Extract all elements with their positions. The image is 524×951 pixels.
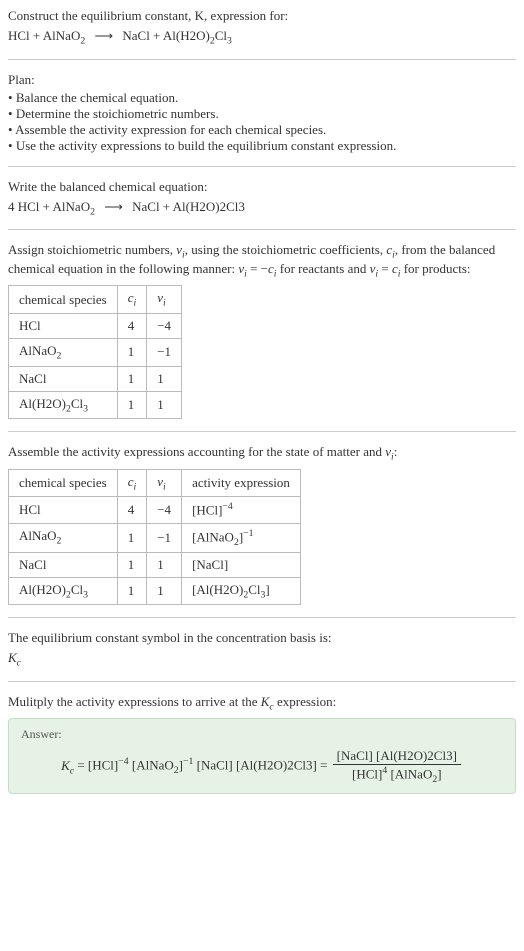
cell-ci: 1 bbox=[117, 338, 147, 366]
th-ci: ci bbox=[117, 469, 147, 497]
cell-vi: 1 bbox=[147, 577, 182, 605]
constant-symbol: Kc bbox=[8, 650, 516, 669]
cell-ci: 1 bbox=[117, 366, 147, 391]
cell-ci: 1 bbox=[117, 391, 147, 419]
answer-label: Answer: bbox=[21, 727, 503, 742]
activity-intro: Assemble the activity expressions accoun… bbox=[8, 444, 516, 463]
plan-title: Plan: bbox=[8, 72, 516, 88]
table-header-row: chemical species ci νi bbox=[9, 286, 182, 314]
plan-item: Assemble the activity expression for eac… bbox=[8, 122, 516, 138]
multiply-intro: Mulitply the activity expressions to arr… bbox=[8, 694, 516, 713]
th-vi: νi bbox=[147, 469, 182, 497]
balanced-intro: Write the balanced chemical equation: bbox=[8, 179, 516, 195]
table-row: Al(H2O)2Cl3 1 1 bbox=[9, 391, 182, 419]
multiply-section: Mulitply the activity expressions to arr… bbox=[8, 694, 516, 795]
header-section: Construct the equilibrium constant, K, e… bbox=[8, 8, 516, 60]
plan-list: Balance the chemical equation. Determine… bbox=[8, 90, 516, 154]
cell-species: NaCl bbox=[9, 366, 118, 391]
cell-expr: [NaCl] bbox=[182, 552, 301, 577]
table-row: NaCl 1 1 [NaCl] bbox=[9, 552, 301, 577]
balanced-equation: 4 HCl + AlNaO2 ⟶ NaCl + Al(H2O)2Cl3 bbox=[8, 199, 516, 218]
cell-ci: 1 bbox=[117, 577, 147, 605]
plan-item: Use the activity expressions to build th… bbox=[8, 138, 516, 154]
plan-item: Balance the chemical equation. bbox=[8, 90, 516, 106]
header-title: Construct the equilibrium constant, K, e… bbox=[8, 8, 516, 24]
cell-vi: −4 bbox=[147, 497, 182, 523]
cell-vi: −1 bbox=[147, 338, 182, 366]
cell-vi: 1 bbox=[147, 391, 182, 419]
table-row: NaCl 1 1 bbox=[9, 366, 182, 391]
stoich-intro: Assign stoichiometric numbers, νi, using… bbox=[8, 242, 516, 279]
plan-item: Determine the stoichiometric numbers. bbox=[8, 106, 516, 122]
cell-species: HCl bbox=[9, 497, 118, 523]
cell-expr: [HCl]−4 bbox=[182, 497, 301, 523]
cell-species: Al(H2O)2Cl3 bbox=[9, 577, 118, 605]
balanced-section: Write the balanced chemical equation: 4 … bbox=[8, 179, 516, 231]
cell-expr: [Al(H2O)2Cl3] bbox=[182, 577, 301, 605]
th-ci: ci bbox=[117, 286, 147, 314]
plan-section: Plan: Balance the chemical equation. Det… bbox=[8, 72, 516, 167]
activity-section: Assemble the activity expressions accoun… bbox=[8, 444, 516, 618]
table-row: Al(H2O)2Cl3 1 1 [Al(H2O)2Cl3] bbox=[9, 577, 301, 605]
table-header-row: chemical species ci νi activity expressi… bbox=[9, 469, 301, 497]
cell-ci: 1 bbox=[117, 523, 147, 552]
cell-ci: 4 bbox=[117, 313, 147, 338]
cell-vi: 1 bbox=[147, 552, 182, 577]
table-row: AlNaO2 1 −1 [AlNaO2]−1 bbox=[9, 523, 301, 552]
table-row: AlNaO2 1 −1 bbox=[9, 338, 182, 366]
cell-species: NaCl bbox=[9, 552, 118, 577]
constant-section: The equilibrium constant symbol in the c… bbox=[8, 630, 516, 682]
th-species: chemical species bbox=[9, 286, 118, 314]
stoich-table: chemical species ci νi HCl 4 −4 AlNaO2 1… bbox=[8, 285, 182, 419]
answer-box: Answer: Kc = [HCl]−4 [AlNaO2]−1 [NaCl] [… bbox=[8, 718, 516, 794]
activity-table: chemical species ci νi activity expressi… bbox=[8, 469, 301, 605]
stoich-section: Assign stoichiometric numbers, νi, using… bbox=[8, 242, 516, 432]
table-row: HCl 4 −4 bbox=[9, 313, 182, 338]
th-species: chemical species bbox=[9, 469, 118, 497]
answer-expression: Kc = [HCl]−4 [AlNaO2]−1 [NaCl] [Al(H2O)2… bbox=[21, 748, 503, 785]
cell-species: AlNaO2 bbox=[9, 523, 118, 552]
cell-ci: 4 bbox=[117, 497, 147, 523]
cell-species: AlNaO2 bbox=[9, 338, 118, 366]
constant-intro: The equilibrium constant symbol in the c… bbox=[8, 630, 516, 646]
cell-vi: −1 bbox=[147, 523, 182, 552]
table-row: HCl 4 −4 [HCl]−4 bbox=[9, 497, 301, 523]
cell-expr: [AlNaO2]−1 bbox=[182, 523, 301, 552]
cell-species: Al(H2O)2Cl3 bbox=[9, 391, 118, 419]
cell-species: HCl bbox=[9, 313, 118, 338]
cell-vi: 1 bbox=[147, 366, 182, 391]
th-vi: νi bbox=[147, 286, 182, 314]
cell-vi: −4 bbox=[147, 313, 182, 338]
cell-ci: 1 bbox=[117, 552, 147, 577]
th-expr: activity expression bbox=[182, 469, 301, 497]
initial-equation: HCl + AlNaO2 ⟶ NaCl + Al(H2O)2Cl3 bbox=[8, 28, 516, 47]
